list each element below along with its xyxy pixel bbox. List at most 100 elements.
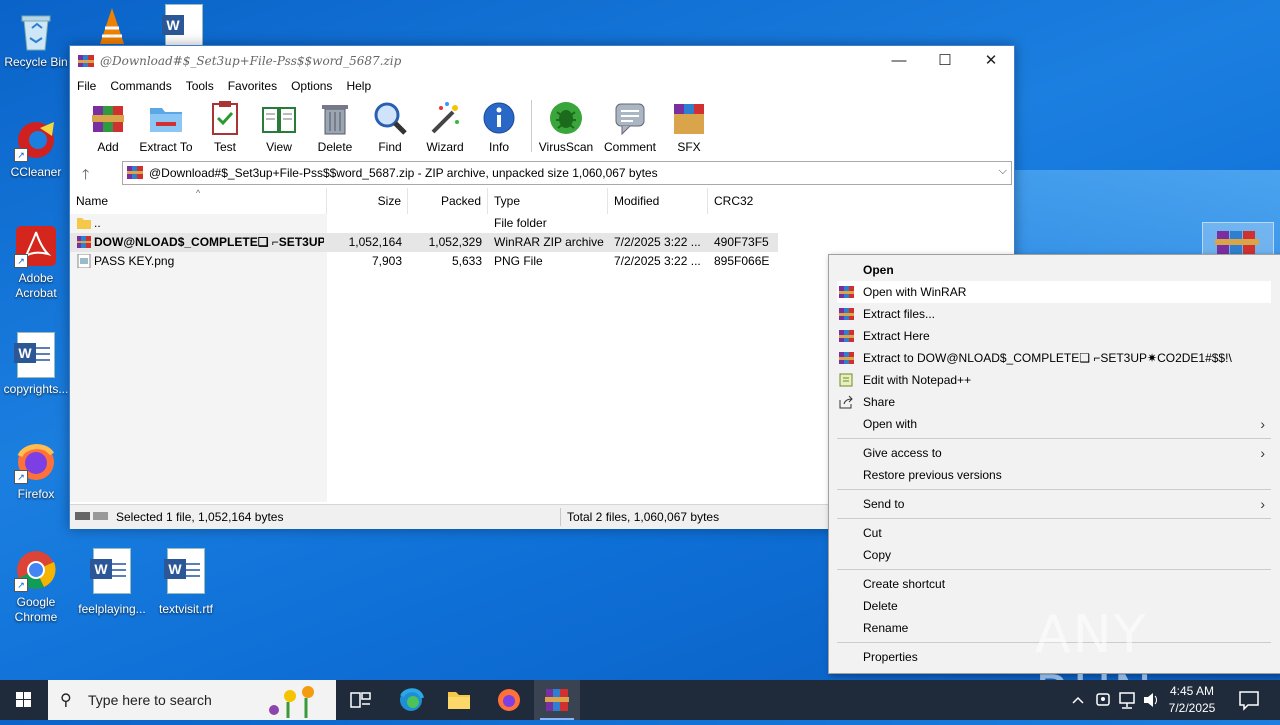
desktop-icon-label: textvisit.rtf [158,602,213,616]
menu-favorites[interactable]: Favorites [221,76,284,96]
file-size: 7,903 [371,254,402,268]
taskbar-firefox[interactable] [486,680,532,720]
menu-item-copy[interactable]: Copy [837,544,1271,566]
winrar-icon [545,689,569,711]
maximize-button[interactable]: ☐ [922,46,968,76]
menu-item-extract-files[interactable]: Extract files... [837,303,1271,325]
desktop-icon-firefox[interactable]: ↗ Firefox [0,440,72,502]
archive-path-field[interactable]: @Download#$_Set3up+File-Pss$$word_5687.z… [122,161,1012,185]
toolbar-add-button[interactable]: Add [77,98,139,154]
table-row[interactable]: PASS KEY.png 7,903 5,633 PNG File 7/2/20… [70,252,778,271]
recycle-bin-icon [14,8,58,52]
column-header-size[interactable]: Size [327,188,408,214]
menu-item-cut[interactable]: Cut [837,522,1271,544]
table-row[interactable]: .. File folder [70,214,778,233]
taskbar-search-box[interactable]: ⚲ Type here to search [48,680,336,720]
edge-icon [400,688,424,711]
menu-tools[interactable]: Tools [179,76,221,96]
png-file-icon [77,254,91,268]
network-icon[interactable] [1116,680,1138,720]
menu-item-edit-with-notepad[interactable]: Edit with Notepad++ [837,369,1271,391]
menu-item-label: Send to [863,497,905,511]
trash-can-icon [317,100,353,136]
task-view-icon [350,692,371,708]
taskbar-clock[interactable]: 4:45 AM 7/2/2025 [1160,683,1224,717]
column-header-type[interactable]: Type [488,188,608,214]
tray-security-icon[interactable] [1092,680,1114,720]
winrar-icon [839,286,854,298]
adobe-acrobat-icon: ↗ [14,224,58,268]
taskbar-file-explorer[interactable] [436,680,482,720]
table-row-selected[interactable]: DOW@NLOAD$_COMPLETE❑ ⌐SET3UP✷... 1,052,1… [70,233,778,252]
zip-archive-icon [77,236,91,248]
toolbar-test-button[interactable]: Test [194,98,256,154]
close-button[interactable]: ✕ [968,46,1014,76]
toolbar-sfx-button[interactable]: SFX [658,98,720,154]
up-arrow-icon[interactable]: 🡑 [82,164,89,188]
test-clipboard-icon [207,100,243,136]
taskbar-edge[interactable] [388,680,434,720]
toolbar-info-button[interactable]: Info [468,98,530,154]
file-type: File folder [494,216,547,230]
menu-item-restore-previous-versions[interactable]: Restore previous versions [837,464,1271,486]
info-icon [481,100,517,136]
toolbar-extract-to-button[interactable]: Extract To [135,98,197,154]
menu-item-send-to[interactable]: Send to › [837,493,1271,515]
start-button[interactable] [0,680,48,720]
minimize-button[interactable]: — [876,46,922,76]
menu-item-label: Restore previous versions [863,468,1002,482]
toolbar-view-button[interactable]: View [248,98,310,154]
toolbar-delete-button[interactable]: Delete [304,98,366,154]
menu-item-open[interactable]: Open [837,259,1271,281]
menu-options[interactable]: Options [284,76,339,96]
desktop-icon-ccleaner[interactable]: ↗ CCleaner [0,118,72,180]
desktop-icon-word-doc-top[interactable]: W [148,4,220,50]
toolbar-wizard-button[interactable]: Wizard [414,98,476,154]
desktop-icon-google-chrome[interactable]: ↗ Google Chrome [0,548,72,625]
desktop-icon-label: feelplaying... [78,602,146,616]
column-header-name[interactable]: Name ^ [70,188,327,214]
column-header-modified[interactable]: Modified [608,188,708,214]
desktop-icon-vlc[interactable] [76,4,148,51]
extract-folder-icon [148,100,184,136]
tray-overflow-chevron-icon[interactable] [1068,680,1088,720]
toolbar-comment-button[interactable]: Comment [599,98,661,154]
desktop-icon-copyrights[interactable]: W copyrights... [0,332,72,397]
chevron-right-icon: › [1260,416,1265,432]
menu-item-extract-to[interactable]: Extract to DOW@NLOAD$_COMPLETE❑ ⌐SET3UP✷… [837,347,1271,369]
menu-item-label: Share [863,395,896,409]
search-icon: ⚲ [60,692,72,709]
ccleaner-icon: ↗ [14,118,58,162]
menu-item-open-with-winrar[interactable]: Open with WinRAR [837,281,1271,303]
taskbar-task-view[interactable] [337,680,383,720]
menu-separator [837,518,1271,519]
notifications-icon[interactable] [1234,680,1264,720]
column-header-packed[interactable]: Packed [408,188,488,214]
menu-item-share[interactable]: Share [837,391,1271,413]
column-header-crc32[interactable]: CRC32 [708,188,778,214]
menu-item-open-with[interactable]: Open with › [837,413,1271,435]
chevron-right-icon: › [1260,496,1265,512]
menu-item-label: Create shortcut [863,577,946,591]
menu-file[interactable]: File [70,76,103,96]
toolbar-label: Test [213,140,236,154]
volume-icon[interactable] [1140,680,1162,720]
toolbar-label: Info [488,140,509,154]
menu-commands[interactable]: Commands [103,76,178,96]
desktop-icon-textvisit[interactable]: W textvisit.rtf [150,548,222,617]
toolbar-find-button[interactable]: Find [359,98,421,154]
desktop-icon-recycle-bin[interactable]: Recycle Bin [0,8,72,70]
file-name: PASS KEY.png [94,254,175,268]
title-bar[interactable]: @Download#$_Set3up+File-Pss$$word_5687.z… [70,46,1014,76]
chevron-down-icon[interactable]: ⌵ [999,165,1007,178]
desktop-icon-adobe-acrobat[interactable]: ↗ Adobe Acrobat [0,224,72,301]
menu-help[interactable]: Help [339,76,378,96]
menu-item-create-shortcut[interactable]: Create shortcut [837,573,1271,595]
taskbar-winrar[interactable] [534,680,580,720]
toolbar-virusscan-button[interactable]: VirusScan [535,98,597,154]
desktop-icon-feelplaying[interactable]: W feelplaying... [76,548,148,617]
menu-item-extract-here[interactable]: Extract Here [837,325,1271,347]
toolbar-label: SFX [677,140,701,154]
menu-item-give-access-to[interactable]: Give access to › [837,442,1271,464]
menu-item-label: Open [863,263,894,277]
